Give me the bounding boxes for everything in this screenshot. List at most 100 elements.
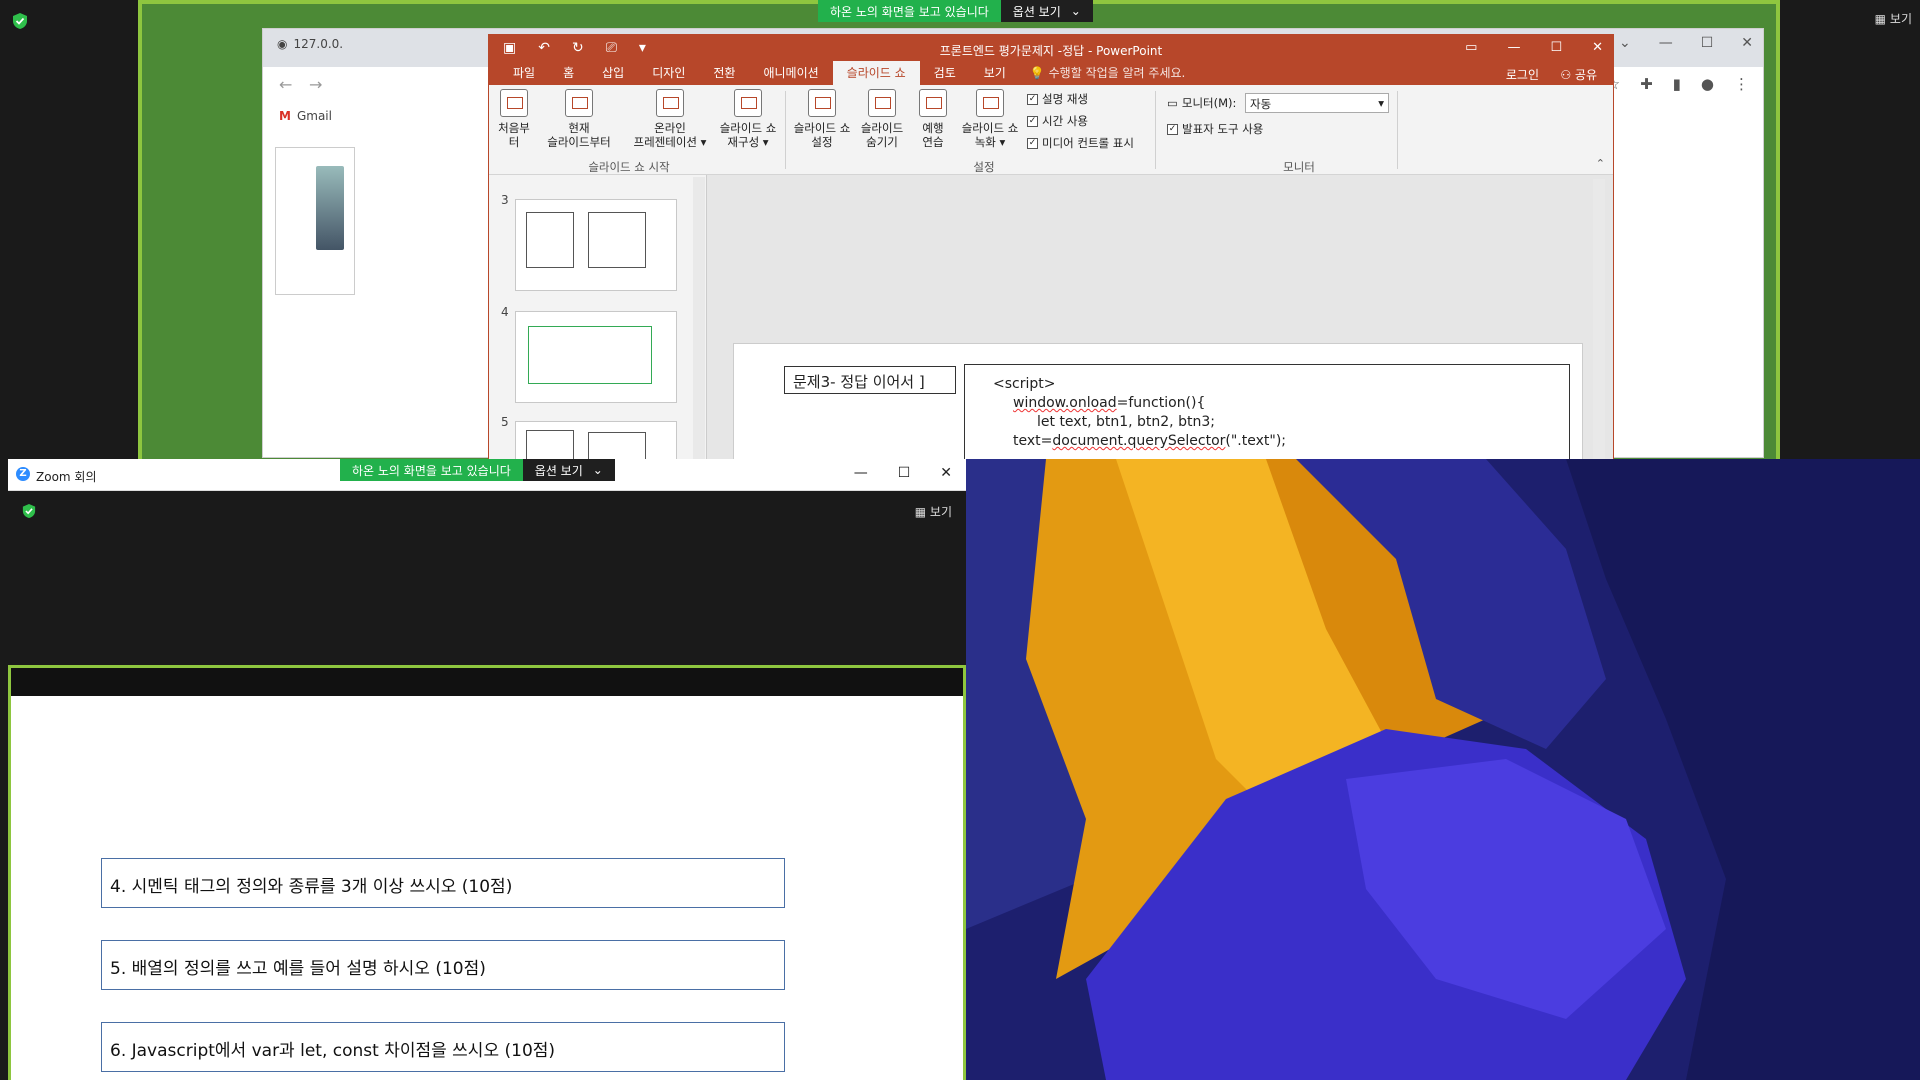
media-controls-checkbox[interactable]: ✓ 미디어 컨트롤 표시 bbox=[1027, 135, 1134, 151]
minimize-icon[interactable]: — bbox=[854, 465, 868, 481]
slide-thumbnail-panel: 3 4 5 bbox=[489, 175, 707, 459]
thumb-shape bbox=[588, 432, 646, 459]
tab-transitions[interactable]: 전환 bbox=[699, 61, 749, 85]
undo-icon[interactable]: ↶ bbox=[538, 40, 550, 56]
thumb-number: 4 bbox=[501, 305, 509, 319]
monitor-select[interactable]: 자동 ▾ bbox=[1245, 93, 1389, 113]
forward-arrow-icon[interactable]: → bbox=[309, 75, 322, 94]
redo-icon[interactable]: ↻ bbox=[572, 40, 584, 56]
checkbox-checked-icon: ✓ bbox=[1027, 137, 1038, 149]
save-icon[interactable]: ▣ bbox=[503, 40, 516, 56]
record-slideshow-button[interactable]: 슬라이드 쇼 녹화 ▾ bbox=[957, 89, 1023, 149]
group-label-monitor: 모니터 bbox=[1283, 160, 1315, 174]
view-options-button[interactable]: 옵션 보기 ⌄ bbox=[1000, 0, 1093, 22]
tab-view[interactable]: 보기 bbox=[970, 61, 1020, 85]
tell-me-input[interactable]: 💡 수행할 작업을 알려 주세요. bbox=[1030, 64, 1185, 85]
main-scrollbar[interactable] bbox=[1593, 179, 1605, 459]
thumbnail-scrollbar[interactable] bbox=[693, 177, 705, 459]
minimize-icon[interactable]: — bbox=[1507, 40, 1520, 55]
bookmark-gmail[interactable]: M Gmail bbox=[279, 109, 332, 123]
tab-slideshow[interactable]: 슬라이드 쇼 bbox=[832, 61, 920, 85]
zoom-window-title: Zoom 회의 bbox=[36, 470, 97, 484]
from-start-button[interactable]: 처음부터 bbox=[493, 89, 535, 149]
ppt-window-controls: ▭ — ☐ ✕ bbox=[1465, 40, 1603, 55]
maximize-icon[interactable]: ☐ bbox=[1701, 35, 1714, 51]
from-current-button[interactable]: 현재 슬라이드부터 bbox=[541, 89, 617, 149]
code-line: <script> bbox=[993, 376, 1056, 392]
shared-screen-frame: ◉ 127.0.0. ⌄ — ☐ ✕ ← → ⇪ ☆ ✚ ▮ ● bbox=[138, 0, 1780, 459]
desktop-wallpaper bbox=[966, 459, 1920, 1080]
thumb-number: 5 bbox=[501, 415, 509, 429]
tab-animations[interactable]: 애니메이션 bbox=[749, 61, 832, 85]
slide-thumbnail[interactable] bbox=[515, 199, 677, 291]
sidepanel-icon[interactable]: ▮ bbox=[1673, 75, 1681, 93]
login-button[interactable]: 로그인 bbox=[1506, 66, 1539, 83]
slide-thumbnail[interactable] bbox=[515, 421, 677, 459]
group-label-start: 슬라이드 쇼 시작 bbox=[588, 160, 670, 174]
question-box: 5. 배열의 정의를 쓰고 예를 들어 설명 하시오 (10점) bbox=[101, 940, 785, 990]
timing-checkbox[interactable]: ✓ 시간 사용 bbox=[1027, 113, 1088, 129]
close-icon[interactable]: ✕ bbox=[1592, 40, 1603, 55]
chevron-down-icon[interactable]: ⌄ bbox=[1619, 35, 1631, 51]
setup-slideshow-button[interactable]: 슬라이드 쇼 설정 bbox=[789, 89, 855, 149]
chrome-tab[interactable]: ◉ 127.0.0. bbox=[277, 37, 343, 51]
custom-show-button[interactable]: 슬라이드 쇼 재구성 ▾ bbox=[715, 89, 781, 149]
tab-design[interactable]: 디자인 bbox=[638, 61, 699, 85]
globe-present-icon bbox=[656, 89, 684, 117]
monitor-icon: ▭ bbox=[1167, 96, 1178, 110]
view-options-button[interactable]: 옵션 보기 ⌄ bbox=[522, 459, 615, 481]
ppt-editor-area: 3 4 5 문제3- 정답 이어서] <script> window.onlo… bbox=[489, 175, 1613, 459]
thumb-shape bbox=[528, 326, 652, 384]
slide-label-box[interactable]: 문제3- 정답 이어서 ] bbox=[784, 366, 956, 394]
zoom-window-controls: — ☐ ✕ bbox=[854, 465, 952, 481]
present-icon[interactable]: ⎚ bbox=[606, 40, 617, 56]
online-present-button[interactable]: 온라인 프레젠테이션 ▾ bbox=[627, 89, 713, 149]
slide-thumbnail[interactable] bbox=[515, 311, 677, 403]
chevron-down-icon: ▾ bbox=[1378, 96, 1384, 110]
back-arrow-icon[interactable]: ← bbox=[279, 75, 292, 94]
maximize-icon[interactable]: ☐ bbox=[898, 465, 911, 481]
code-line: let text, btn1, btn2, btn3; bbox=[1037, 414, 1215, 430]
close-icon[interactable]: ✕ bbox=[1741, 35, 1753, 51]
hide-slide-button[interactable]: 슬라이드 숨기기 bbox=[857, 89, 907, 149]
grid-icon: ▦ bbox=[914, 505, 927, 519]
code-line: window.onload=function(){ bbox=[1013, 395, 1206, 411]
shield-icon bbox=[13, 13, 27, 29]
tab-home[interactable]: 홈 bbox=[549, 61, 588, 85]
rehearse-button[interactable]: 예행 연습 bbox=[913, 89, 953, 149]
customize-icon[interactable]: ▾ bbox=[639, 40, 646, 56]
globe-icon: ◉ bbox=[277, 37, 288, 51]
slide-code-box[interactable]: <script> window.onload=function(){ let t… bbox=[964, 364, 1570, 459]
slideshow-current-icon bbox=[565, 89, 593, 117]
slide-canvas[interactable]: 문제3- 정답 이어서 ] <script> window.onload=fun… bbox=[733, 343, 1583, 459]
close-icon[interactable]: ✕ bbox=[940, 465, 952, 481]
tab-file[interactable]: 파일 bbox=[499, 61, 549, 85]
collapse-ribbon-icon[interactable]: ⌃ bbox=[1596, 157, 1605, 170]
slideshow-start-icon bbox=[500, 89, 528, 117]
shared-top-strip bbox=[11, 668, 963, 696]
narration-checkbox[interactable]: ✓ 설명 재생 bbox=[1027, 91, 1088, 107]
tab-insert[interactable]: 삽입 bbox=[588, 61, 638, 85]
tab-review[interactable]: 검토 bbox=[920, 61, 970, 85]
powerpoint-window: 프론트엔드 평가문제지 -정답 - PowerPoint ▣ ↶ ↻ ⎚ ▾ ▭… bbox=[488, 34, 1614, 459]
view-button[interactable]: ▦ 보기 bbox=[1875, 10, 1912, 27]
view-button[interactable]: ▦ 보기 bbox=[915, 503, 952, 520]
share-button[interactable]: ⚇ 공유 bbox=[1560, 66, 1597, 83]
code-line: text=document.querySelector(".text"); bbox=[1013, 433, 1286, 449]
rehearse-timer-icon bbox=[919, 89, 947, 117]
presenter-view-checkbox[interactable]: ✓ 발표자 도구 사용 bbox=[1167, 121, 1263, 137]
custom-show-icon bbox=[734, 89, 762, 117]
group-separator bbox=[785, 91, 786, 169]
minimize-icon[interactable]: — bbox=[1659, 35, 1673, 51]
ribbon-display-icon[interactable]: ▭ bbox=[1465, 40, 1477, 55]
checkbox-checked-icon: ✓ bbox=[1027, 93, 1038, 105]
shared-screen-content: 4. 시멘틱 태그의 정의와 종류를 3개 이상 쓰시오 (10점) 5. 배열… bbox=[8, 665, 966, 1080]
maximize-icon[interactable]: ☐ bbox=[1550, 40, 1562, 55]
screen-share-banner: 하온 노의 화면을 보고 있습니다 옵션 보기 ⌄ bbox=[818, 0, 1093, 22]
screen-share-banner: 하온 노의 화면을 보고 있습니다 옵션 보기 ⌄ bbox=[340, 459, 615, 481]
ppt-window-title: 프론트엔드 평가문제지 -정답 - PowerPoint bbox=[939, 44, 1163, 58]
extensions-icon[interactable]: ✚ bbox=[1640, 75, 1653, 93]
more-icon[interactable]: ⋮ bbox=[1734, 75, 1749, 93]
setup-icon bbox=[808, 89, 836, 117]
profile-icon[interactable]: ● bbox=[1701, 75, 1714, 93]
